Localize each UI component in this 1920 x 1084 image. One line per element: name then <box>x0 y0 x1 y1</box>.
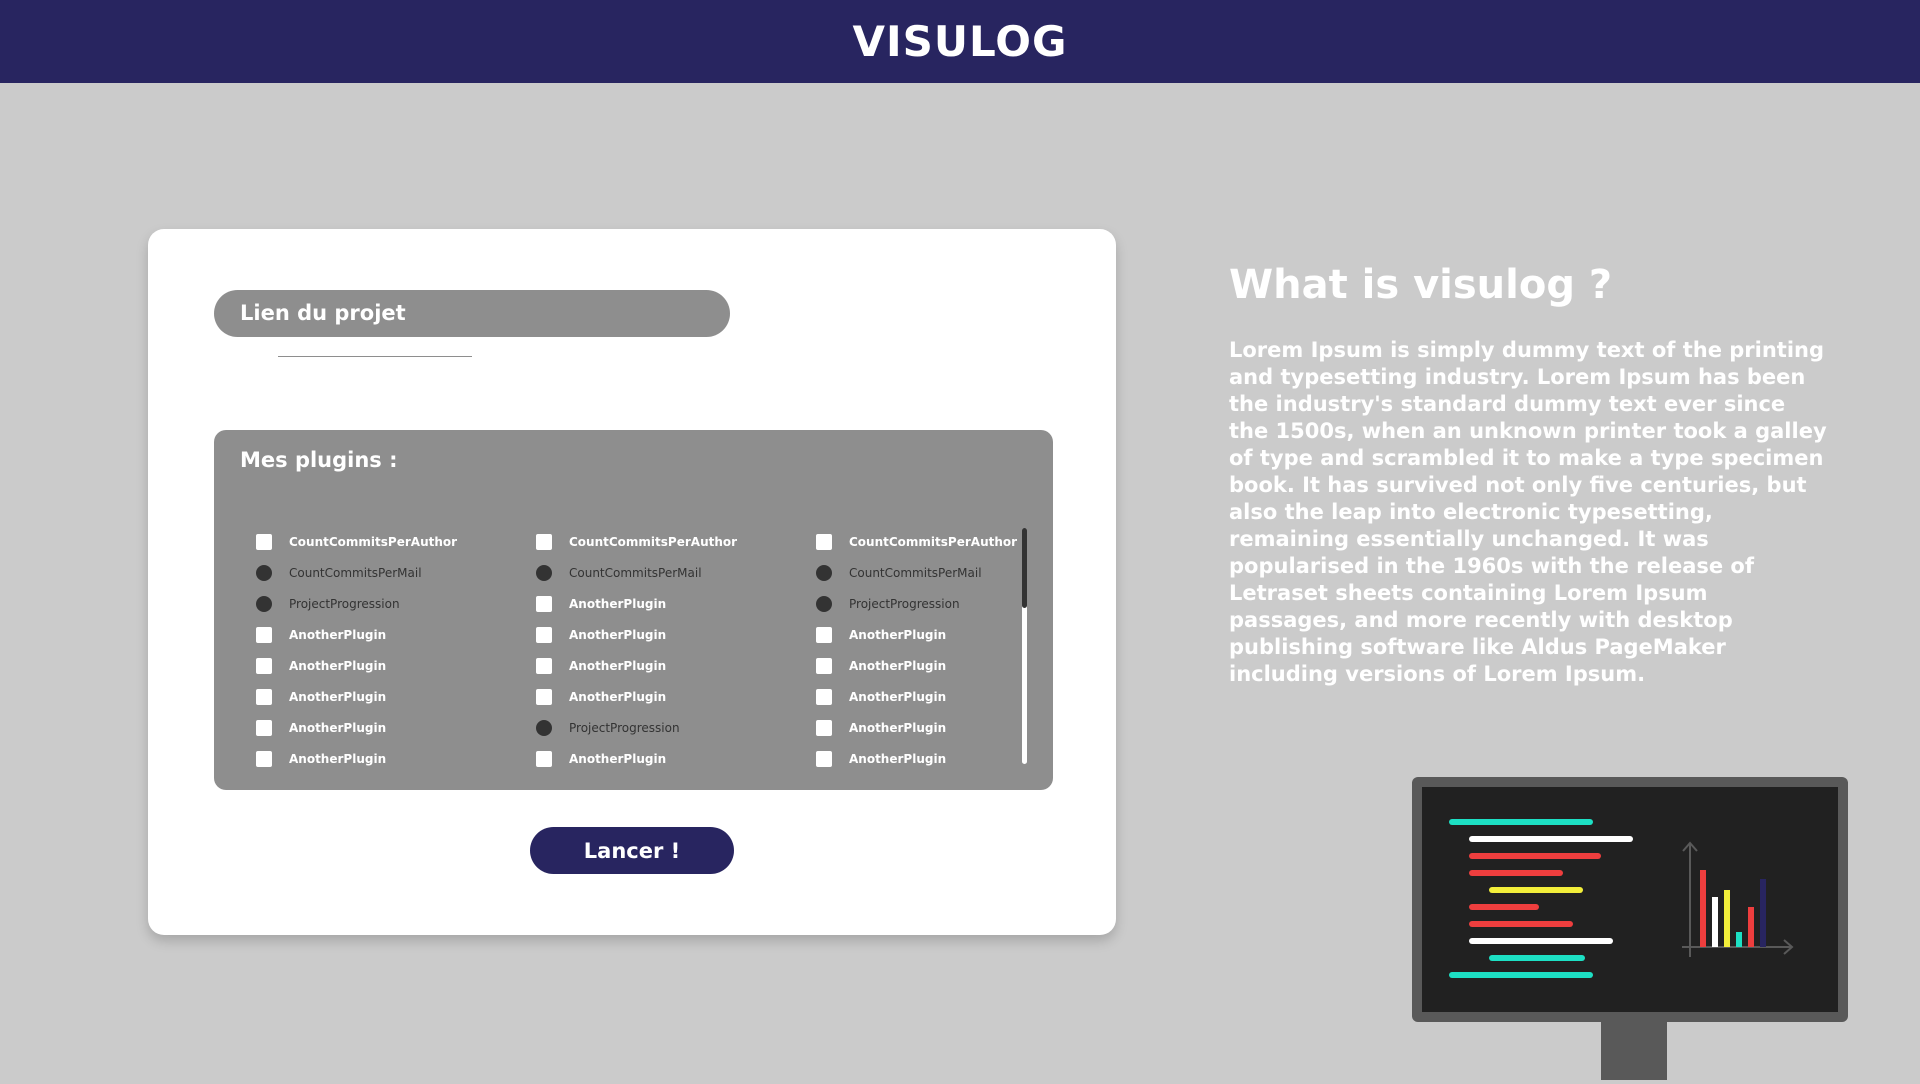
plugin-item[interactable]: CountCommitsPerMail <box>536 557 816 588</box>
plugin-item[interactable]: AnotherPlugin <box>816 681 1026 712</box>
plugin-item[interactable]: AnotherPlugin <box>536 681 816 712</box>
plugin-label: AnotherPlugin <box>849 720 947 735</box>
plugin-checkbox[interactable] <box>816 750 832 767</box>
plugin-checkbox[interactable] <box>256 626 272 643</box>
info-title: What is visulog ? <box>1229 262 1613 308</box>
plugin-item[interactable]: CountCommitsPerAuthor <box>536 526 816 557</box>
plugin-column: CountCommitsPerAuthor CountCommitsPerMail… <box>256 526 536 774</box>
plugin-item[interactable]: AnotherPlugin <box>256 743 536 774</box>
plugin-item[interactable]: AnotherPlugin <box>256 681 536 712</box>
app-header: VISULOG <box>0 0 1920 83</box>
plugin-checkbox[interactable] <box>536 595 552 612</box>
plugin-label: ProjectProgression <box>849 596 960 611</box>
plugin-label: AnotherPlugin <box>289 627 387 642</box>
plugin-checkbox[interactable] <box>256 533 272 550</box>
plugin-label: CountCommitsPerAuthor <box>849 534 1018 549</box>
app-title: VISULOG <box>852 17 1068 66</box>
plugin-checkbox[interactable] <box>536 657 552 674</box>
project-link-input[interactable] <box>278 326 472 357</box>
plugin-radio[interactable] <box>256 595 272 612</box>
plugin-item[interactable]: ProjectProgression <box>816 588 1026 619</box>
plugin-label: AnotherPlugin <box>569 596 667 611</box>
plugin-label: AnotherPlugin <box>569 658 667 673</box>
plugin-radio[interactable] <box>256 564 272 581</box>
plugin-item[interactable]: AnotherPlugin <box>816 712 1026 743</box>
plugin-label: AnotherPlugin <box>849 751 947 766</box>
plugin-column: CountCommitsPerAuthor CountCommitsPerMail… <box>536 526 816 774</box>
plugin-checkbox[interactable] <box>536 688 552 705</box>
plugin-item[interactable]: CountCommitsPerAuthor <box>256 526 536 557</box>
plugin-checkbox[interactable] <box>256 719 272 736</box>
info-text: Lorem Ipsum is simply dummy text of the … <box>1229 338 1827 686</box>
launch-button[interactable]: Lancer ! <box>530 827 734 874</box>
plugin-radio[interactable] <box>816 564 832 581</box>
plugin-checkbox[interactable] <box>256 688 272 705</box>
plugin-label: CountCommitsPerMail <box>569 565 702 580</box>
plugin-item[interactable]: AnotherPlugin <box>256 712 536 743</box>
plugin-label: AnotherPlugin <box>569 627 667 642</box>
project-form-card: Lien du projet Mes plugins : CountCommit… <box>148 229 1116 935</box>
plugin-item[interactable]: AnotherPlugin <box>536 619 816 650</box>
plugins-title: Mes plugins : <box>240 448 398 472</box>
monitor-code-chart-icon <box>1412 777 1848 1084</box>
plugin-item[interactable]: ProjectProgression <box>256 588 536 619</box>
plugin-label: ProjectProgression <box>289 596 400 611</box>
plugin-column: CountCommitsPerAuthor CountCommitsPerMail… <box>816 526 1026 774</box>
plugin-checkbox[interactable] <box>256 750 272 767</box>
plugin-checkbox[interactable] <box>816 657 832 674</box>
plugin-item[interactable]: CountCommitsPerMail <box>256 557 536 588</box>
plugin-checkbox[interactable] <box>816 533 832 550</box>
plugin-label: ProjectProgression <box>569 720 680 735</box>
plugin-label: AnotherPlugin <box>849 627 947 642</box>
plugin-checkbox[interactable] <box>536 533 552 550</box>
plugin-checkbox[interactable] <box>536 626 552 643</box>
plugin-label: CountCommitsPerAuthor <box>569 534 738 549</box>
plugins-grid: CountCommitsPerAuthor CountCommitsPerMail… <box>256 526 1026 774</box>
plugin-checkbox[interactable] <box>816 719 832 736</box>
plugin-radio[interactable] <box>536 564 552 581</box>
plugin-item[interactable]: AnotherPlugin <box>816 650 1026 681</box>
plugin-item[interactable]: AnotherPlugin <box>536 650 816 681</box>
plugin-checkbox[interactable] <box>816 626 832 643</box>
plugins-scroll-thumb[interactable] <box>1022 528 1027 608</box>
plugins-panel: Mes plugins : CountCommitsPerAuthor Count… <box>214 430 1053 790</box>
plugin-label: AnotherPlugin <box>569 751 667 766</box>
plugin-label: AnotherPlugin <box>849 658 947 673</box>
plugin-label: AnotherPlugin <box>289 720 387 735</box>
plugin-item[interactable]: CountCommitsPerMail <box>816 557 1026 588</box>
plugin-item[interactable]: AnotherPlugin <box>536 743 816 774</box>
plugin-item[interactable]: AnotherPlugin <box>256 619 536 650</box>
plugin-label: AnotherPlugin <box>289 751 387 766</box>
plugin-label: AnotherPlugin <box>289 658 387 673</box>
plugin-radio[interactable] <box>536 719 552 736</box>
plugin-label: CountCommitsPerMail <box>289 565 422 580</box>
plugin-item[interactable]: AnotherPlugin <box>816 619 1026 650</box>
plugin-radio[interactable] <box>816 595 832 612</box>
plugin-item[interactable]: AnotherPlugin <box>256 650 536 681</box>
plugin-item[interactable]: ProjectProgression <box>536 712 816 743</box>
plugin-label: AnotherPlugin <box>569 689 667 704</box>
plugin-item[interactable]: CountCommitsPerAuthor <box>816 526 1026 557</box>
plugin-label: CountCommitsPerMail <box>849 565 982 580</box>
plugin-checkbox[interactable] <box>256 657 272 674</box>
plugin-label: AnotherPlugin <box>289 689 387 704</box>
plugin-checkbox[interactable] <box>536 750 552 767</box>
plugins-scrollbar[interactable] <box>1022 528 1027 764</box>
plugin-checkbox[interactable] <box>816 688 832 705</box>
plugin-item[interactable]: AnotherPlugin <box>816 743 1026 774</box>
plugin-label: AnotherPlugin <box>849 689 947 704</box>
plugin-label: CountCommitsPerAuthor <box>289 534 458 549</box>
plugin-item[interactable]: AnotherPlugin <box>536 588 816 619</box>
